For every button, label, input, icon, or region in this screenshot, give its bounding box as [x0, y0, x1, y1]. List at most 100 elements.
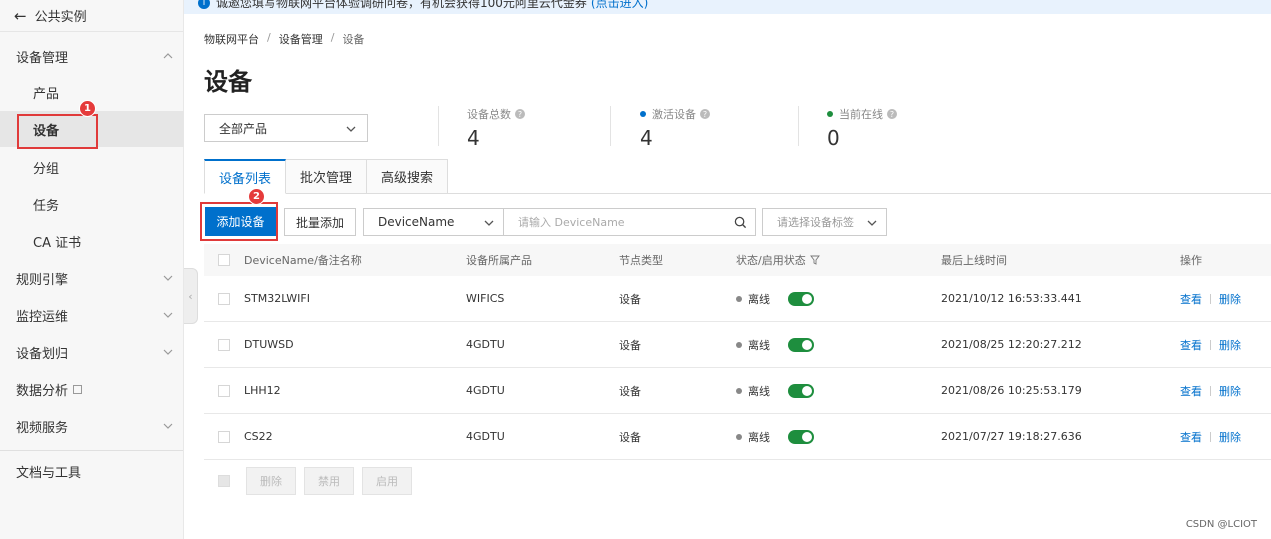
device-search — [503, 208, 756, 236]
column-header-label: 状态/启用状态 — [736, 254, 806, 267]
action-separator — [1210, 293, 1211, 304]
sidebar-item-label: 规则引擎 — [16, 272, 69, 288]
bulk-actions: 删除 禁用 启用 — [218, 467, 412, 495]
notice-link[interactable]: (点击进入) — [591, 0, 648, 11]
device-name: DTUWSD — [244, 338, 294, 351]
row-checkbox[interactable] — [218, 430, 230, 443]
sidebar-item-data-analysis[interactable]: 数据分析 — [0, 371, 184, 407]
product-select[interactable]: 全部产品 — [204, 114, 368, 142]
action-separator — [1210, 339, 1211, 350]
actions-cell: 查看 删除 — [1180, 276, 1241, 321]
device-product: 4GDTU — [466, 384, 505, 397]
bulk-delete-button[interactable]: 删除 — [246, 467, 296, 495]
delete-link[interactable]: 删除 — [1219, 337, 1241, 353]
status-cell: 离线 — [736, 322, 814, 367]
sidebar-item-monitoring[interactable]: 监控运维 — [0, 297, 184, 333]
tab-advanced-search[interactable]: 高级搜索 — [367, 159, 449, 194]
table-row: LHH12 4GDTU 设备 离线 2021/08/26 10:25:53.17… — [204, 368, 1271, 414]
chevron-left-icon: ‹ — [188, 289, 193, 303]
sidebar-item-label: 监控运维 — [16, 309, 69, 325]
sidebar-item-docs-tools[interactable]: 文档与工具 — [0, 453, 184, 489]
stat-value: 0 — [827, 126, 840, 150]
column-header-device-name: DeviceName/备注名称 — [244, 254, 362, 267]
view-link[interactable]: 查看 — [1180, 291, 1202, 307]
sidebar-item-ca-certificate[interactable]: CA 证书 — [0, 223, 184, 259]
device-tag-select[interactable]: 请选择设备标签 — [762, 208, 887, 236]
sidebar-item-task[interactable]: 任务 — [0, 186, 184, 222]
chevron-up-icon — [162, 38, 174, 74]
node-type: 设备 — [619, 430, 641, 444]
breadcrumb-separator: / — [267, 31, 271, 44]
device-name: LHH12 — [244, 384, 281, 397]
stat-label: 当前在线 — [839, 108, 883, 121]
stat-online-devices: 当前在线? 0 — [827, 106, 897, 150]
sidebar-item-device-assignment[interactable]: 设备划归 — [0, 334, 184, 370]
back-to-instance[interactable]: ← 公共实例 — [0, 0, 183, 32]
bulk-select-checkbox[interactable] — [218, 475, 230, 487]
view-link[interactable]: 查看 — [1180, 337, 1202, 353]
batch-add-button[interactable]: 批量添加 — [284, 208, 356, 236]
tab-divider — [440, 193, 1271, 194]
search-input[interactable] — [504, 215, 724, 229]
arrow-left-icon: ← — [14, 6, 27, 25]
row-checkbox[interactable] — [218, 384, 230, 397]
view-link[interactable]: 查看 — [1180, 429, 1202, 445]
sidebar-item-label: 分组 — [33, 161, 60, 177]
help-icon[interactable]: ? — [700, 109, 710, 119]
bulk-disable-button[interactable]: 禁用 — [304, 467, 354, 495]
breadcrumb-item[interactable]: 设备管理 — [279, 31, 323, 47]
status-text: 离线 — [748, 338, 770, 352]
help-icon[interactable]: ? — [515, 109, 525, 119]
device-name: STM32LWIFI — [244, 292, 310, 305]
annotation-box-1 — [17, 114, 98, 149]
tab-batch-management[interactable]: 批次管理 — [286, 159, 368, 194]
sidebar-item-video-service[interactable]: 视频服务 — [0, 408, 184, 444]
status-dot — [736, 295, 742, 302]
filter-icon[interactable] — [809, 255, 820, 265]
view-link[interactable]: 查看 — [1180, 383, 1202, 399]
stat-value: 4 — [640, 126, 653, 150]
row-checkbox[interactable] — [218, 292, 230, 305]
bulk-enable-button[interactable]: 启用 — [362, 467, 412, 495]
last-online-time: 2021/07/27 19:18:27.636 — [941, 430, 1082, 443]
breadcrumb-current: 设备 — [342, 33, 365, 46]
device-product: WIFICS — [466, 292, 505, 305]
search-field-value: DeviceName — [378, 215, 455, 229]
tab-device-list[interactable]: 设备列表 — [204, 159, 287, 194]
enable-toggle[interactable] — [788, 337, 814, 352]
info-icon: i — [198, 0, 210, 9]
enable-toggle[interactable] — [788, 383, 814, 398]
sidebar-item-label: 视频服务 — [16, 420, 69, 436]
select-all-checkbox[interactable] — [218, 254, 230, 266]
sidebar-item-label: 设备划归 — [16, 346, 69, 362]
action-separator — [1210, 431, 1211, 442]
watermark: CSDN @LCIOT — [1185, 519, 1257, 530]
sidebar-item-rule-engine[interactable]: 规则引擎 — [0, 260, 184, 296]
breadcrumb-separator: / — [330, 31, 335, 44]
delete-link[interactable]: 删除 — [1219, 429, 1241, 445]
stat-value: 4 — [467, 126, 480, 150]
delete-link[interactable]: 删除 — [1219, 291, 1241, 307]
sidebar-item-device-management[interactable]: 设备管理 — [0, 38, 184, 74]
enable-toggle[interactable] — [788, 291, 814, 306]
help-icon[interactable]: ? — [887, 109, 897, 119]
breadcrumb-item[interactable]: 物联网平台 — [204, 31, 259, 47]
search-field-select[interactable]: DeviceName — [363, 208, 504, 236]
actions-cell: 查看 删除 — [1180, 368, 1241, 413]
sidebar-item-label: 文档与工具 — [16, 465, 82, 481]
last-online-time: 2021/08/26 10:25:53.179 — [941, 384, 1082, 397]
column-header-node-type: 节点类型 — [619, 254, 663, 267]
chevron-down-icon — [162, 260, 174, 296]
last-online-time: 2021/08/25 12:20:27.212 — [941, 338, 1082, 351]
delete-link[interactable]: 删除 — [1219, 383, 1241, 399]
chevron-down-icon — [484, 220, 494, 226]
status-cell: 离线 — [736, 414, 814, 459]
enable-toggle[interactable] — [788, 429, 814, 444]
sidebar-collapse-handle[interactable]: ‹ — [184, 268, 198, 324]
search-icon[interactable] — [734, 216, 747, 229]
status-text: 离线 — [748, 384, 770, 398]
row-checkbox[interactable] — [218, 338, 230, 351]
sidebar-item-group[interactable]: 分组 — [0, 149, 184, 185]
node-type: 设备 — [619, 384, 641, 398]
sidebar-item-label: 产品 — [33, 86, 60, 102]
